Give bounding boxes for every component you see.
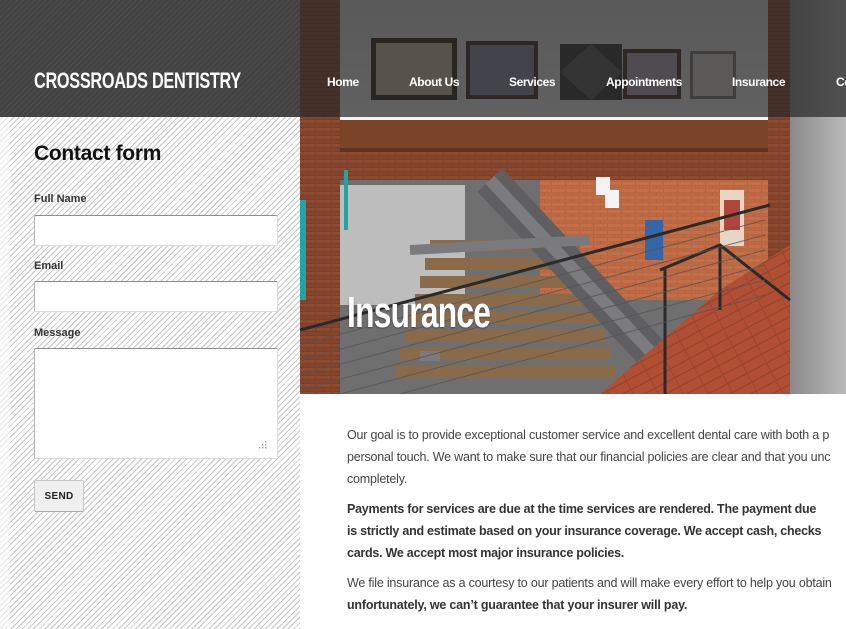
nav-item-contact[interactable]: Co <box>836 75 846 89</box>
text-line: Payments for services are due at the tim… <box>347 502 817 516</box>
message-label: Message <box>34 327 81 339</box>
sidebar: CROSSROADS DENTISTRY Contact form Full N… <box>0 0 300 629</box>
text-line: We file insurance as a courtesy to our p… <box>347 576 832 590</box>
email-input[interactable] <box>34 281 278 312</box>
text-line: is strictly and estimate based on your i… <box>347 524 822 538</box>
contact-form-title: Contact form <box>34 142 162 165</box>
text-line: cards. We accept most major insurance po… <box>347 546 625 560</box>
insurance-paragraph: We file insurance as a courtesy to our p… <box>347 572 846 616</box>
text-line: personal touch. We want to make sure tha… <box>347 450 831 464</box>
text-line: Our goal is to provide exceptional custo… <box>347 428 830 442</box>
contact-form: Contact form Full Name Email Message SEN… <box>34 142 279 512</box>
page-title: Insurance <box>347 288 491 337</box>
full-name-label: Full Name <box>34 193 87 205</box>
main-nav: Home About Us Services Appointments Insu… <box>300 75 846 91</box>
nav-item-home[interactable]: Home <box>327 75 359 89</box>
intro-paragraph: Our goal is to provide exceptional custo… <box>347 424 846 490</box>
resize-grip-icon[interactable] <box>258 440 270 452</box>
full-name-input[interactable] <box>34 215 278 246</box>
nav-item-appointments[interactable]: Appointments <box>606 75 682 89</box>
send-button[interactable]: SEND <box>34 480 84 512</box>
payment-paragraph: Payments for services are due at the tim… <box>347 498 846 564</box>
text-line: completely. <box>347 472 408 486</box>
site-logo[interactable]: CROSSROADS DENTISTRY <box>34 68 241 94</box>
email-label: Email <box>34 260 64 272</box>
hero-banner: Home About Us Services Appointments Insu… <box>300 0 846 394</box>
guarantee-disclaimer: unfortunately, we can’t guarantee that y… <box>347 598 688 612</box>
nav-item-insurance[interactable]: Insurance <box>732 75 785 89</box>
site-header: CROSSROADS DENTISTRY <box>0 0 300 117</box>
nav-item-about-us[interactable]: About Us <box>409 75 460 89</box>
nav-bar: Home About Us Services Appointments Insu… <box>300 0 846 117</box>
nav-item-services[interactable]: Services <box>509 75 556 89</box>
main-content: Our goal is to provide exceptional custo… <box>347 424 846 624</box>
message-textarea[interactable] <box>34 348 278 459</box>
